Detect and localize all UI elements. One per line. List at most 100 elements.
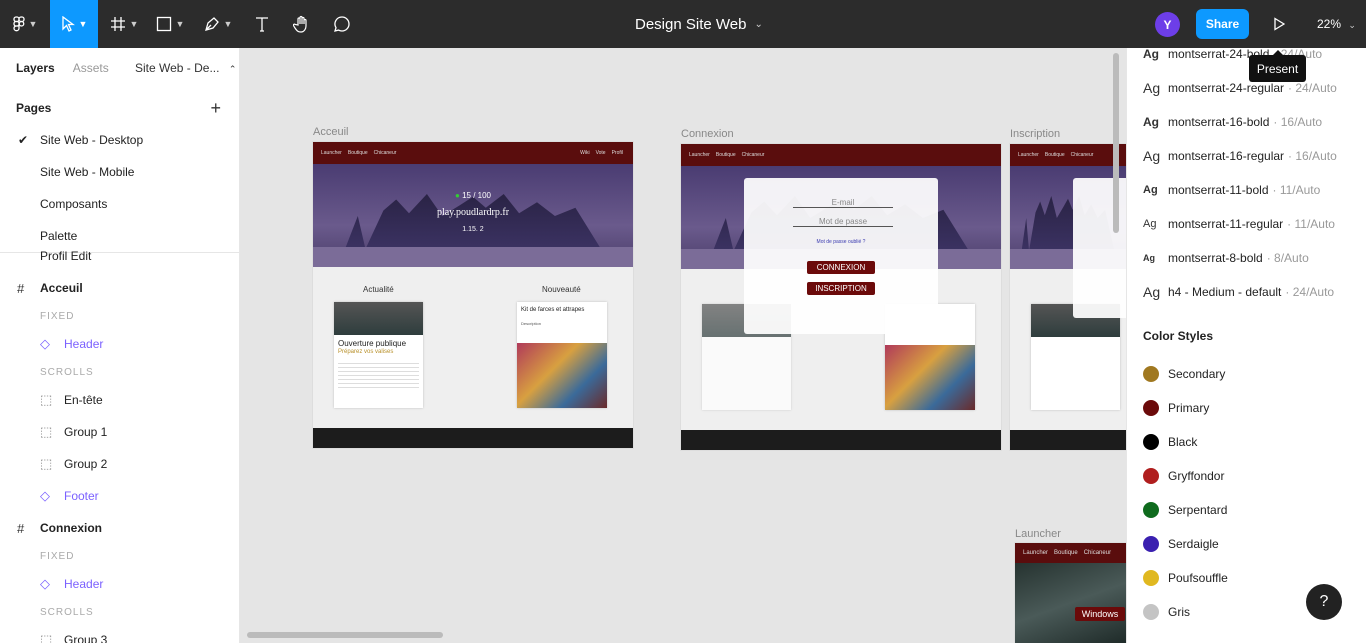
present-button[interactable] bbox=[1266, 0, 1292, 48]
horizontal-scrollbar[interactable] bbox=[247, 632, 443, 638]
pen-icon bbox=[204, 17, 219, 31]
layer-group-entete[interactable]: ⬚ En-tête bbox=[0, 384, 239, 416]
layer-group-1[interactable]: ⬚ Group 1 bbox=[0, 416, 239, 448]
chevron-down-icon: ▼ bbox=[129, 19, 139, 29]
frame-hash-icon: # bbox=[17, 280, 25, 296]
vertical-scrollbar[interactable] bbox=[1113, 53, 1119, 233]
move-tool-button[interactable]: ▼ bbox=[50, 0, 98, 48]
group-dashed-icon: ⬚ bbox=[40, 632, 53, 643]
frame-inscription[interactable]: Launcher Boutique Chicaneur bbox=[1010, 144, 1126, 450]
text-style-name: montserrat-11-bold bbox=[1168, 183, 1269, 197]
zoom-level: 22% bbox=[1317, 17, 1342, 31]
frame-launcher[interactable]: Launcher Boutique Chicaneur Windows bbox=[1015, 543, 1126, 643]
nav-link: Chicaneur bbox=[741, 152, 765, 158]
text-style-h4-medium-default[interactable]: Ag h4 - Medium - default · 24/Auto bbox=[1143, 275, 1334, 309]
color-swatch bbox=[1143, 434, 1159, 450]
site-footer bbox=[313, 428, 633, 448]
pages-header: Pages bbox=[16, 101, 52, 115]
frame-label-connexion[interactable]: Connexion bbox=[681, 128, 734, 140]
layer-label: Acceuil bbox=[40, 281, 83, 295]
product-image bbox=[517, 343, 607, 408]
text-style-ag-icon: Ag bbox=[1143, 80, 1161, 96]
color-style-serdaigle[interactable]: Serdaigle bbox=[1143, 527, 1219, 561]
frame-label-launcher[interactable]: Launcher bbox=[1015, 528, 1061, 540]
design-canvas[interactable]: Acceuil Launcher Boutique Chicaneur Wiki… bbox=[240, 48, 1126, 643]
layer-frame-acceuil[interactable]: # Acceuil bbox=[0, 272, 239, 304]
frame-connexion[interactable]: Launcher Boutique Chicaneur E-mail Mot d… bbox=[681, 144, 1001, 450]
component-instance-icon: ◇ bbox=[40, 336, 50, 351]
color-style-serpentard[interactable]: Serpentard bbox=[1143, 493, 1227, 527]
layer-group-2[interactable]: ⬚ Group 2 bbox=[0, 448, 239, 480]
section-heading: Nouveauté bbox=[542, 285, 581, 294]
page-item-label: Composants bbox=[40, 197, 108, 211]
section-label-scrolls: SCROLLS bbox=[40, 367, 94, 378]
help-button[interactable]: ? bbox=[1306, 584, 1342, 620]
email-field: E-mail bbox=[793, 198, 893, 208]
page-item-composants[interactable]: Composants bbox=[0, 188, 239, 220]
text-style-montserrat-11-regular[interactable]: Ag montserrat-11-regular · 11/Auto bbox=[1143, 207, 1335, 241]
frame-acceuil[interactable]: Launcher Boutique Chicaneur Wiki Vote Pr… bbox=[313, 142, 633, 448]
layer-footer-instance[interactable]: ◇ Footer bbox=[0, 480, 239, 512]
comment-tool-button[interactable] bbox=[328, 0, 356, 48]
shape-tool-button[interactable]: ▼ bbox=[150, 0, 190, 48]
chevron-down-icon: ▼ bbox=[78, 19, 88, 29]
nav-link: Boutique bbox=[1054, 550, 1078, 556]
layer-header-instance[interactable]: ◇ Header bbox=[0, 568, 239, 600]
server-address: play.poudlardrp.fr bbox=[436, 207, 510, 218]
color-style-gris[interactable]: Gris bbox=[1143, 595, 1190, 629]
tab-assets[interactable]: Assets bbox=[73, 61, 109, 75]
online-dot-icon: ● bbox=[455, 191, 460, 200]
pen-tool-button[interactable]: ▼ bbox=[198, 0, 238, 48]
layer-label: Profil Edit bbox=[40, 249, 92, 263]
site-nav-bar: Launcher Boutique Chicaneur bbox=[681, 144, 1001, 166]
text-style-name: montserrat-24-regular bbox=[1168, 81, 1285, 95]
text-style-name: montserrat-11-regular bbox=[1168, 217, 1284, 231]
zoom-dropdown[interactable]: 22% ⌄ bbox=[1317, 17, 1356, 31]
layer-header-instance[interactable]: ◇ Header bbox=[0, 328, 239, 360]
color-style-gryffondor[interactable]: Gryffondor bbox=[1143, 459, 1224, 493]
color-style-secondary[interactable]: Secondary bbox=[1143, 357, 1225, 391]
text-style-montserrat-16-regular[interactable]: Ag montserrat-16-regular · 16/Auto bbox=[1143, 139, 1337, 173]
page-selector[interactable]: Site Web - De... ⌃ bbox=[135, 61, 236, 75]
layer-frame-connexion[interactable]: # Connexion bbox=[0, 512, 239, 544]
user-avatar[interactable]: Y bbox=[1155, 12, 1180, 37]
color-style-name: Secondary bbox=[1168, 367, 1226, 381]
color-style-name: Black bbox=[1168, 435, 1198, 449]
layer-group-3[interactable]: ⬚ Group 3 bbox=[0, 624, 239, 643]
news-card: Ouverture publique Préparez vos valises bbox=[334, 302, 423, 408]
nav-link: Chicaneur bbox=[373, 150, 397, 156]
add-page-plus-icon[interactable]: + bbox=[210, 98, 221, 119]
layer-profil-edit[interactable]: Profil Edit bbox=[0, 240, 239, 272]
color-swatch bbox=[1143, 468, 1159, 484]
tab-layers[interactable]: Layers bbox=[16, 61, 55, 75]
text-tool-button[interactable] bbox=[248, 0, 276, 48]
play-icon bbox=[1274, 17, 1285, 31]
document-title[interactable]: Design Site Web ⌄ bbox=[635, 16, 763, 33]
share-button[interactable]: Share bbox=[1196, 9, 1249, 39]
color-style-primary[interactable]: Primary bbox=[1143, 391, 1209, 425]
page-item-site-web-mobile[interactable]: Site Web - Mobile bbox=[0, 156, 239, 188]
text-style-ag-icon: Ag bbox=[1143, 115, 1159, 129]
text-style-montserrat-16-bold[interactable]: Ag montserrat-16-bold · 16/Auto bbox=[1143, 105, 1322, 139]
text-style-montserrat-8-bold[interactable]: Ag montserrat-8-bold · 8/Auto bbox=[1143, 241, 1309, 275]
text-style-meta: · 11/Auto bbox=[1272, 183, 1321, 197]
color-style-black[interactable]: Black bbox=[1143, 425, 1197, 459]
page-item-site-web-desktop[interactable]: ✔ Site Web - Desktop bbox=[0, 124, 239, 156]
nav-link: Launcher bbox=[321, 150, 342, 156]
login-button: CONNEXION bbox=[807, 261, 875, 274]
nav-link: Wiki bbox=[580, 150, 590, 156]
main-menu-button[interactable]: ▼ bbox=[0, 0, 50, 48]
text-style-montserrat-11-bold[interactable]: Ag montserrat-11-bold · 11/Auto bbox=[1143, 173, 1320, 207]
nav-link: Launcher bbox=[689, 152, 710, 158]
frame-label-inscription[interactable]: Inscription bbox=[1010, 128, 1060, 140]
color-swatch bbox=[1143, 366, 1159, 382]
hand-tool-button[interactable] bbox=[288, 0, 316, 48]
site-nav-bar: Launcher Boutique Chicaneur Wiki Vote Pr… bbox=[313, 142, 633, 164]
site-nav-bar: Launcher Boutique Chicaneur bbox=[1010, 144, 1126, 166]
color-style-poufsouffle[interactable]: Poufsouffle bbox=[1143, 561, 1228, 595]
frame-tool-button[interactable]: ▼ bbox=[104, 0, 144, 48]
password-field: Mot de passe bbox=[793, 217, 893, 227]
frame-label-acceuil[interactable]: Acceuil bbox=[313, 126, 348, 138]
color-swatch bbox=[1143, 604, 1159, 620]
text-style-montserrat-24-regular[interactable]: Ag montserrat-24-regular · 24/Auto bbox=[1143, 71, 1337, 105]
